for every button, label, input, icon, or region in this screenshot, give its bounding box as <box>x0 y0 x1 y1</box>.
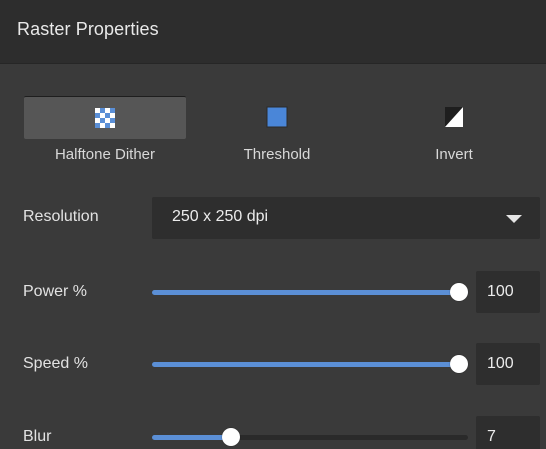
blur-slider-fill <box>152 435 231 440</box>
power-slider[interactable] <box>152 282 468 302</box>
speed-input[interactable]: 100 <box>476 343 540 385</box>
panel-header: Raster Properties <box>0 0 546 64</box>
panel-title: Raster Properties <box>17 19 159 39</box>
threshold-button-box[interactable] <box>196 96 358 138</box>
power-label: Power % <box>23 283 88 300</box>
blur-slider-thumb[interactable] <box>222 428 240 446</box>
threshold-label: Threshold <box>243 146 311 163</box>
power-slider-thumb[interactable] <box>450 283 468 301</box>
power-slider-fill <box>152 290 468 295</box>
chevron-down-icon[interactable] <box>506 215 522 223</box>
invert-label: Invert <box>435 146 473 163</box>
speed-slider-fill <box>152 362 468 367</box>
blur-label: Blur <box>23 428 52 445</box>
threshold-button[interactable]: Threshold <box>196 96 358 166</box>
halftone-dither-icon <box>95 108 115 128</box>
speed-slider-thumb[interactable] <box>450 355 468 373</box>
resolution-select[interactable]: 250 x 250 dpi <box>152 197 540 239</box>
invert-button[interactable]: Invert <box>373 96 535 166</box>
invert-button-box[interactable] <box>373 96 535 138</box>
resolution-value: 250 x 250 dpi <box>172 208 269 225</box>
halftone-dither-label: Halftone Dither <box>54 146 156 163</box>
speed-label: Speed % <box>23 355 88 372</box>
resolution-label: Resolution <box>23 208 99 225</box>
blur-input[interactable]: 7 <box>476 416 540 449</box>
halftone-dither-button-box[interactable] <box>24 96 186 139</box>
threshold-icon <box>266 106 288 128</box>
speed-slider[interactable] <box>152 354 468 374</box>
blur-slider[interactable] <box>152 427 468 447</box>
power-input[interactable]: 100 <box>476 271 540 313</box>
invert-icon <box>445 107 463 127</box>
halftone-dither-button[interactable]: Halftone Dither <box>24 96 186 166</box>
